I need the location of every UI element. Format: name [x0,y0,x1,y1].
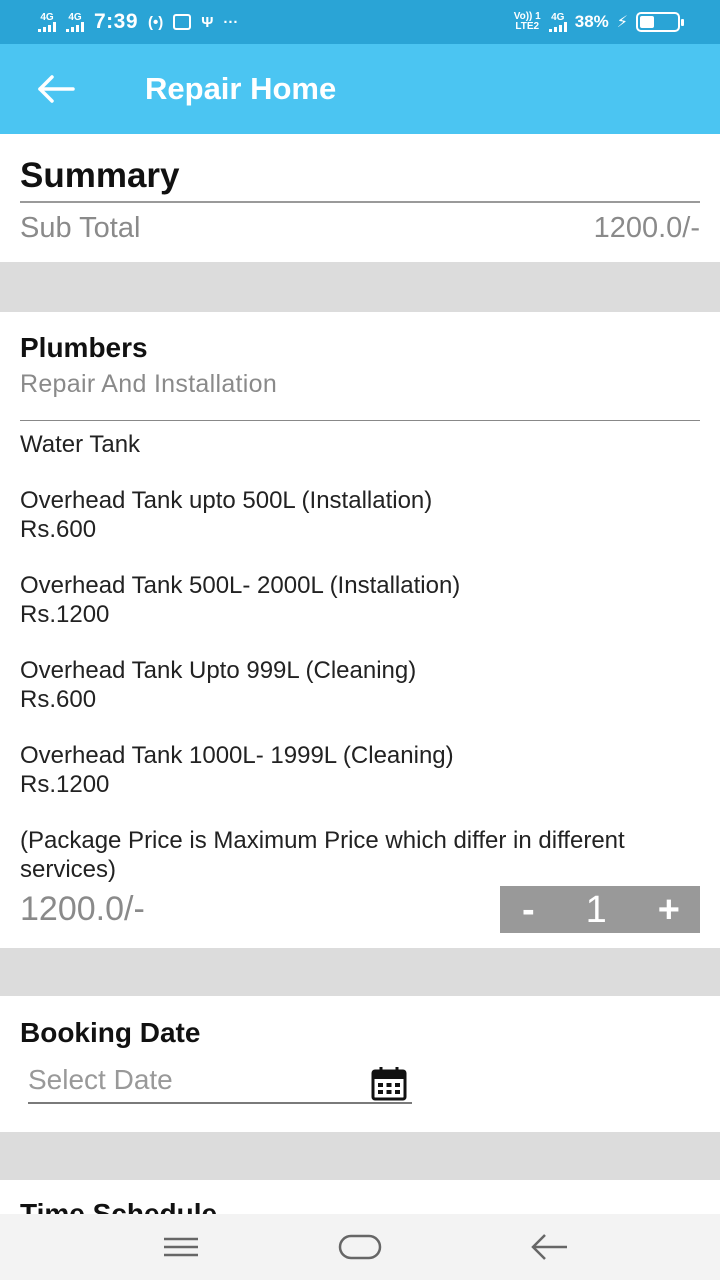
menu-icon[interactable] [156,1228,206,1266]
more-notifications-icon: ··· [223,13,239,31]
service-category: Plumbers [20,332,148,363]
desc-line: Overhead Tank upto 500L (Installation) [20,487,433,514]
lte-label: LTE2 [515,21,540,32]
divider [20,420,700,421]
desc-note: (Package Price is Maximum Price which di… [20,827,625,883]
service-price: 1200.0/- [20,890,145,928]
battery-fill [640,16,654,28]
section-separator [0,262,720,312]
time-schedule-card: Time Schedule [0,1180,720,1214]
signal-icon: 4G [548,11,567,32]
clock: 7:39 [94,10,139,33]
booking-date-field[interactable]: Select Date [28,1062,412,1104]
desc-spacer [20,544,700,571]
volte-indicator: Vo)) 1 LTE2 [514,12,541,32]
hotspot-icon: (•) [148,13,164,31]
app-bar: Repair Home [0,44,720,134]
network-type-label: 4G [551,11,565,23]
divider [20,201,700,203]
network-type-label: 4G [68,11,82,23]
calendar-icon[interactable] [370,1066,408,1102]
desc-line: Water Tank [20,431,141,458]
battery-icon [636,12,684,32]
booking-title: Booking Date [20,1017,201,1048]
subtotal-label: Sub Total [20,212,141,244]
service-subcategory: Repair And Installation [20,370,278,398]
signal-icon: 4G [66,11,84,32]
quantity-value: 1 [585,888,607,931]
desc-spacer [20,714,700,741]
subtotal-value: 1200.0/- [593,212,700,244]
quantity-stepper: - 1 + [500,886,700,933]
summary-card: Summary Sub Total 1200.0/- [0,134,720,262]
back-icon[interactable] [525,1228,575,1266]
home-icon[interactable] [335,1228,385,1266]
status-bar: 4G 4G 7:39 (•) Ψ ··· Vo)) 1 LTE2 4G 38% … [0,0,720,44]
charging-icon: ⚡ [616,14,628,31]
desc-line: Overhead Tank 500L- 2000L (Installation) [20,572,461,599]
increment-button[interactable]: + [658,891,680,929]
network-type-label: 4G [40,11,54,23]
desc-line: Rs.600 [20,686,97,713]
status-left: 4G 4G 7:39 (•) Ψ ··· [38,8,238,36]
desc-line: Rs.1200 [20,601,110,628]
desc-line: Overhead Tank 1000L- 1999L (Cleaning) [20,742,454,769]
section-separator [0,1132,720,1180]
status-right: Vo)) 1 LTE2 4G 38% ⚡ [514,8,684,36]
arrow-left-icon[interactable] [36,72,76,106]
service-description: Water Tank Overhead Tank upto 500L (Inst… [20,430,700,884]
desc-spacer [20,629,700,656]
usb-icon: Ψ [201,13,214,31]
time-schedule-title: Time Schedule [20,1198,218,1214]
page-title: Repair Home [145,71,337,106]
signal-icon: 4G [38,11,56,32]
desc-line: Overhead Tank Upto 999L (Cleaning) [20,657,417,684]
decrement-button[interactable]: - [522,891,535,929]
app-notification-icon [173,14,192,30]
summary-title: Summary [20,156,180,195]
date-placeholder: Select Date [28,1064,173,1095]
desc-spacer [20,459,700,486]
system-nav-bar [0,1214,720,1280]
battery-percent: 38% [574,12,609,31]
desc-spacer [20,799,700,826]
section-separator [0,948,720,996]
desc-line: Rs.600 [20,516,97,543]
desc-line: Rs.1200 [20,771,110,798]
